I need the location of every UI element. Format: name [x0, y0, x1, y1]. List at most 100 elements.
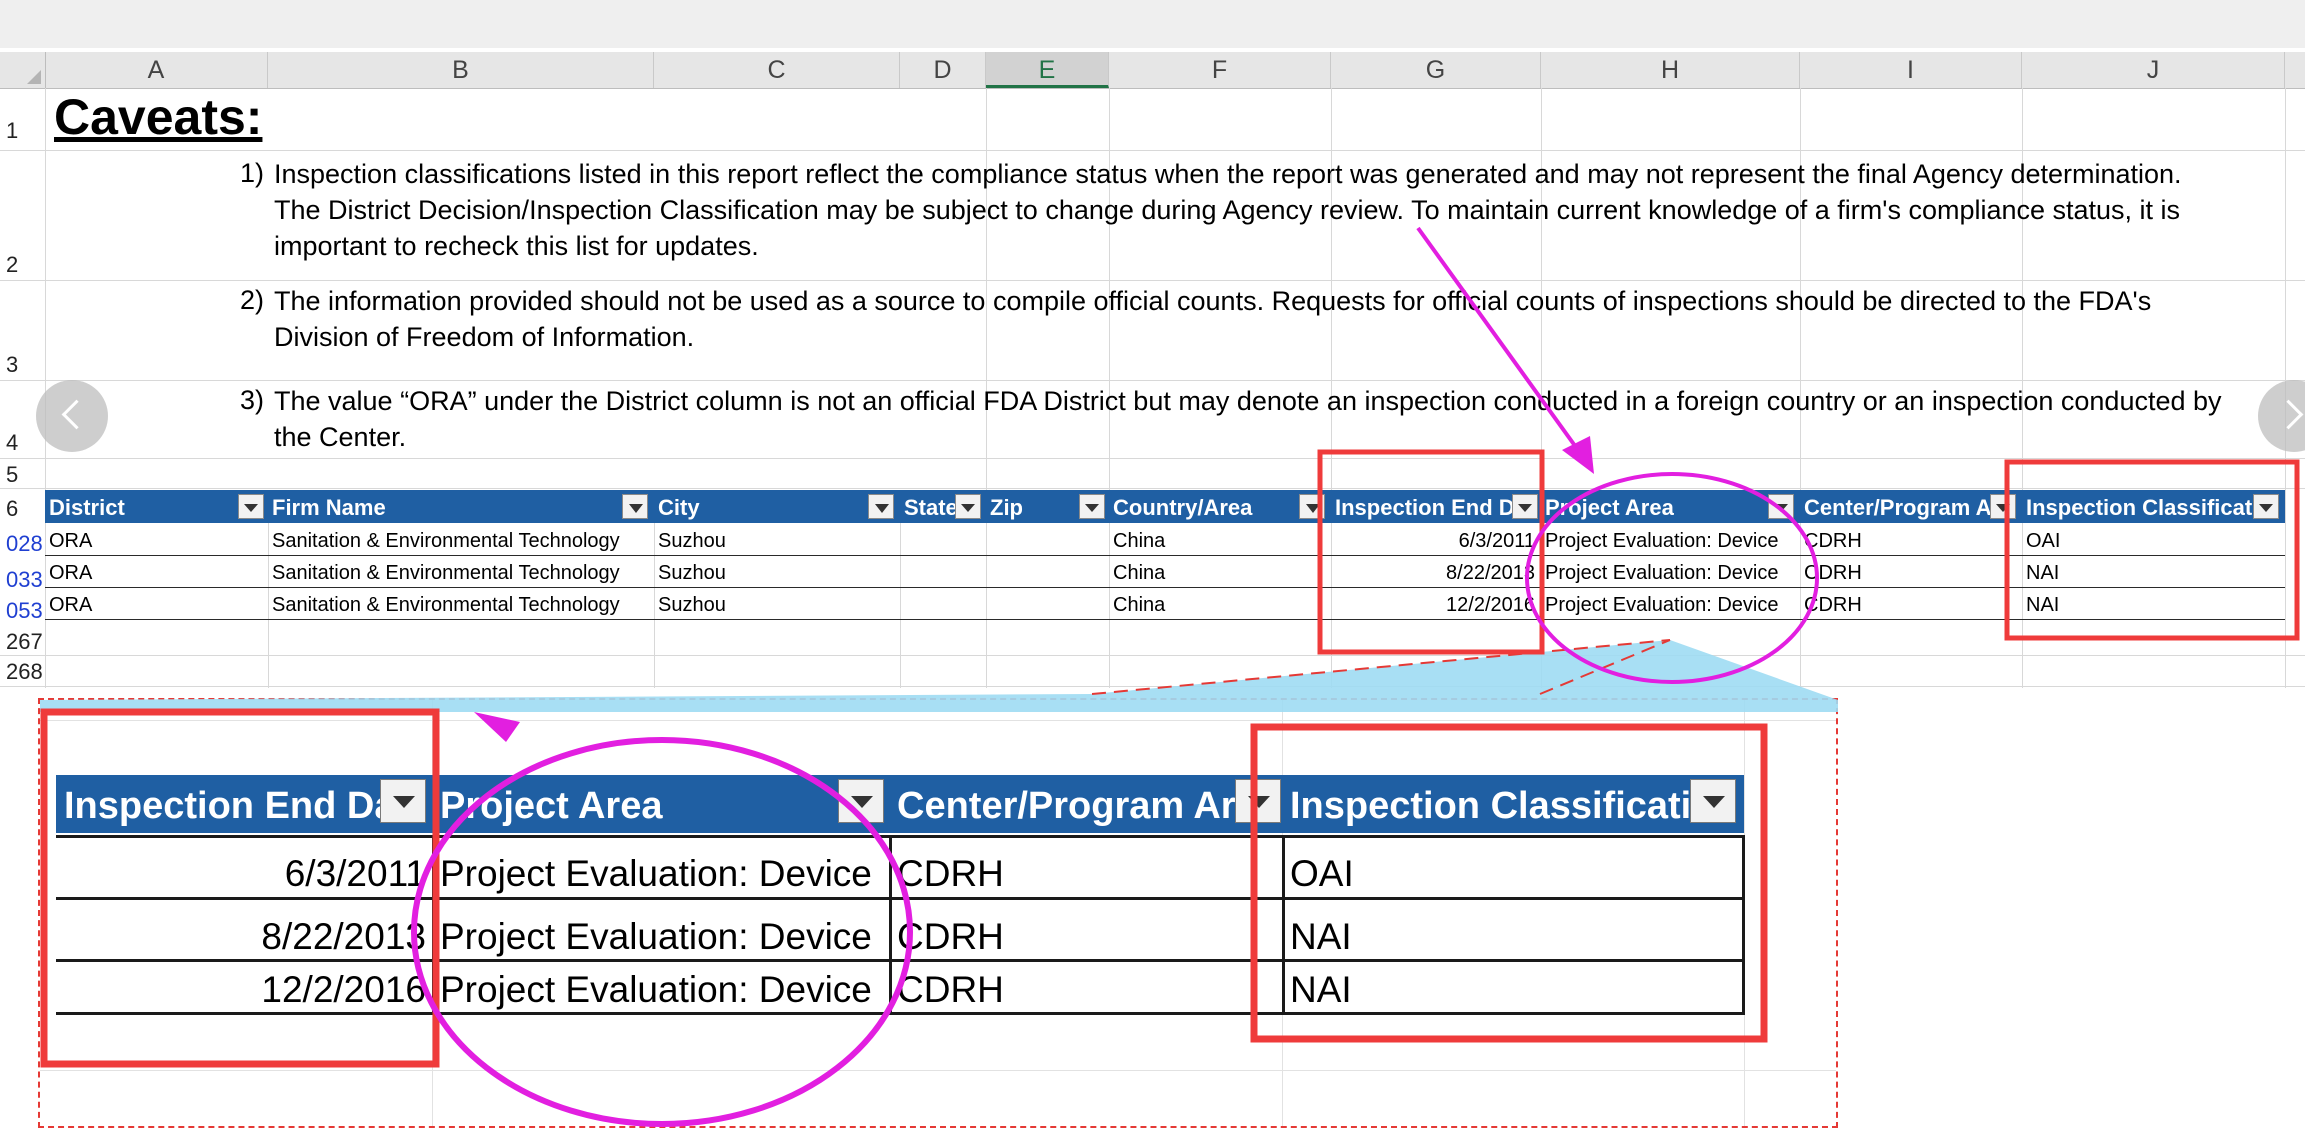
row-number[interactable]: 268 — [0, 659, 45, 685]
caveat-line: The value “ORA” under the District colum… — [274, 386, 2222, 416]
cell-district[interactable]: ORA — [45, 556, 268, 587]
cell-firm-name[interactable]: Sanitation & Environmental Technology — [268, 588, 654, 619]
cell-state[interactable] — [900, 556, 986, 587]
column-header-e[interactable]: E — [986, 52, 1109, 88]
cell-inspection-end-date[interactable]: 8/22/2013 — [1331, 556, 1541, 587]
cell-project-area[interactable]: Project Evaluation: Device — [1541, 524, 1800, 555]
column-header-f[interactable]: F — [1109, 52, 1331, 88]
cell-country-area[interactable]: China — [1109, 524, 1331, 555]
cell-country-area[interactable]: China — [1109, 588, 1331, 619]
caveat-line: The District Decision/Inspection Classif… — [274, 195, 2181, 225]
cell-firm-name[interactable]: Sanitation & Environmental Technology — [268, 524, 654, 555]
cell-district[interactable]: ORA — [45, 524, 268, 555]
cell-country-area[interactable]: China — [1109, 556, 1331, 587]
column-header-j[interactable]: J — [2022, 52, 2285, 88]
gridline — [0, 150, 2305, 151]
caveat-line: Division of Freedom of Information. — [274, 322, 695, 352]
cell-inspection-end-date[interactable]: 12/2/2016 — [1331, 588, 1541, 619]
cell-center-program-area[interactable]: CDRH — [1800, 524, 2022, 555]
cell-city[interactable]: Suzhou — [654, 588, 900, 619]
header-inspection-classification[interactable]: Inspection Classificati — [2022, 490, 2252, 523]
row-number[interactable]: 2 — [0, 252, 45, 278]
filter-funnel-icon[interactable] — [868, 494, 894, 519]
row-number[interactable]: 053 — [0, 598, 45, 624]
cell-center-program-area[interactable]: CDRH — [1800, 588, 2022, 619]
zoom-header-inspection-end-date: Inspection End Da — [64, 785, 396, 827]
header-project-area[interactable]: Project Area — [1541, 490, 1766, 523]
header-center-program-area[interactable]: Center/Program Ar — [1800, 490, 1995, 523]
cell-zip[interactable] — [986, 588, 1109, 619]
column-header-b[interactable]: B — [268, 52, 654, 88]
table-row[interactable]: ORA Sanitation & Environmental Technolog… — [45, 556, 2285, 588]
filter-funnel-icon[interactable] — [1299, 494, 1325, 519]
filter-dropdown-icon[interactable] — [1768, 494, 1794, 519]
cell-zip[interactable] — [986, 556, 1109, 587]
header-district[interactable]: District — [45, 490, 268, 523]
column-header-c[interactable]: C — [654, 52, 900, 88]
filter-funnel-icon[interactable] — [622, 494, 648, 519]
header-state[interactable]: State — [900, 490, 960, 523]
cell-inspection-classification[interactable]: OAI — [2022, 524, 2285, 555]
row-number[interactable]: 3 — [0, 352, 45, 378]
table-row[interactable]: ORA Sanitation & Environmental Technolog… — [45, 588, 2285, 620]
caveat-number: 2) — [239, 285, 264, 315]
filter-dropdown-icon — [1235, 779, 1281, 823]
chevron-left-icon[interactable] — [36, 380, 108, 452]
header-firm-name[interactable]: Firm Name — [268, 490, 654, 523]
column-header-i[interactable]: I — [1800, 52, 2022, 88]
cell-inspection-classification[interactable]: NAI — [2022, 556, 2285, 587]
cell-project-area[interactable]: Project Evaluation: Device — [1541, 588, 1800, 619]
column-header-d[interactable]: D — [900, 52, 986, 88]
row-number[interactable]: 4 — [0, 430, 45, 456]
row-number[interactable]: 267 — [0, 629, 45, 655]
table-row[interactable]: ORA Sanitation & Environmental Technolog… — [45, 524, 2285, 556]
header-inspection-end-date[interactable]: Inspection End Da — [1331, 490, 1516, 523]
caveat-line: Inspection classifications listed in thi… — [274, 159, 2182, 189]
column-header-h[interactable]: H — [1541, 52, 1800, 88]
filter-dropdown-icon — [838, 779, 884, 823]
cell-firm-name[interactable]: Sanitation & Environmental Technology — [268, 556, 654, 587]
cell-zip[interactable] — [986, 524, 1109, 555]
column-header-a[interactable]: A — [45, 52, 268, 88]
cell-state[interactable] — [900, 588, 986, 619]
zoom-cell-center-program-area: CDRH — [897, 916, 1004, 957]
zoom-cell-center-program-area: CDRH — [897, 969, 1004, 1010]
gridline — [0, 488, 2305, 489]
gridline — [0, 686, 2305, 687]
filter-dropdown-icon — [1690, 779, 1736, 823]
filter-dropdown-icon[interactable] — [955, 494, 981, 519]
cell-city[interactable]: Suzhou — [654, 556, 900, 587]
zoom-cell-project-area: Project Evaluation: Device — [440, 969, 872, 1010]
caveat-number: 1) — [239, 158, 264, 188]
row-number[interactable]: 028 — [0, 531, 45, 557]
cell-inspection-end-date[interactable]: 6/3/2011 — [1331, 524, 1541, 555]
caveat-line: important to recheck this list for updat… — [274, 231, 759, 261]
caveat-number: 3) — [239, 385, 264, 415]
header-city[interactable]: City — [654, 490, 900, 523]
row-number[interactable]: 5 — [0, 462, 45, 488]
table-header: District Firm Name City State Zip Countr… — [45, 490, 2285, 523]
chevron-right-icon[interactable] — [2258, 380, 2305, 452]
row-number[interactable]: 6 — [0, 496, 45, 522]
cell-center-program-area[interactable]: CDRH — [1800, 556, 2022, 587]
cell-inspection-classification[interactable]: NAI — [2022, 588, 2285, 619]
header-country-area[interactable]: Country/Area — [1109, 490, 1299, 523]
cell-project-area[interactable]: Project Evaluation: Device — [1541, 556, 1800, 587]
row-number[interactable]: 033 — [0, 567, 45, 593]
caveat-line: the Center. — [274, 422, 407, 452]
filter-dropdown-icon[interactable] — [1079, 494, 1105, 519]
gridline — [40, 1070, 1836, 1071]
filter-dropdown-icon[interactable] — [1990, 494, 2016, 519]
filter-dropdown-icon[interactable] — [2253, 494, 2279, 519]
filter-dropdown-icon[interactable] — [1512, 494, 1538, 519]
select-all-corner[interactable] — [0, 52, 46, 88]
row-number[interactable]: 1 — [0, 118, 45, 144]
filter-dropdown-icon[interactable] — [238, 494, 264, 519]
cell-district[interactable]: ORA — [45, 588, 268, 619]
column-header-g[interactable]: G — [1331, 52, 1541, 88]
cell-city[interactable]: Suzhou — [654, 524, 900, 555]
zoom-header-inspection-classification: Inspection Classificati — [1290, 785, 1692, 827]
zoom-header-center-program-area: Center/Program Ar — [897, 785, 1236, 827]
cell-state[interactable] — [900, 524, 986, 555]
header-zip[interactable]: Zip — [986, 490, 1081, 523]
